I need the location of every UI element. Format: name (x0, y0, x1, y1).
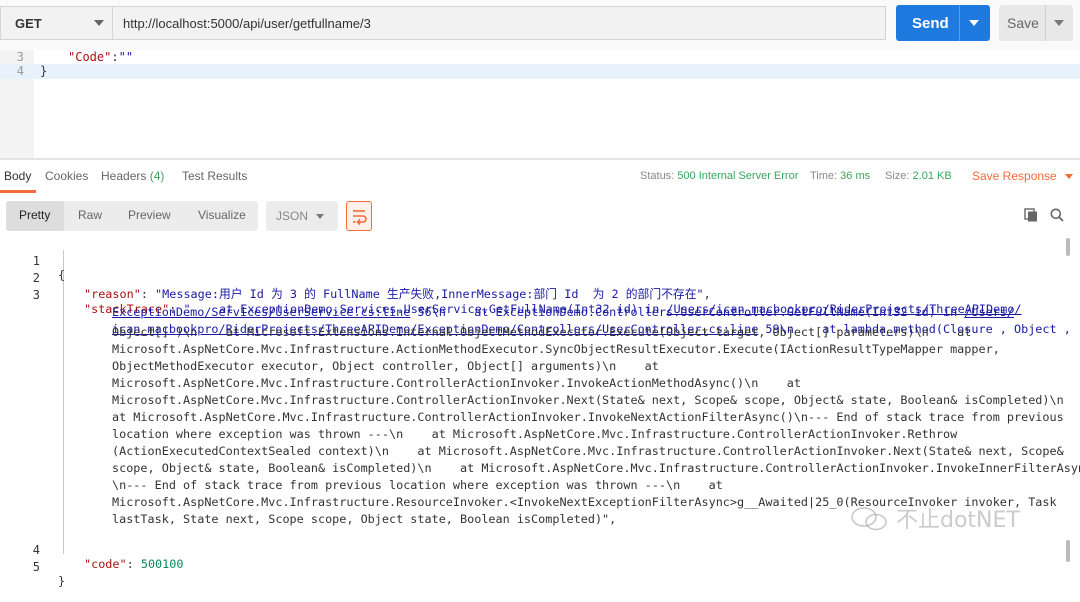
stack-line: location where exception was thrown ---\… (112, 427, 958, 441)
json-value: "" (118, 50, 134, 64)
save-button[interactable]: Save (999, 5, 1073, 41)
view-mode-group: Pretty Raw Preview Visualize (6, 201, 258, 231)
status-value: 500 Internal Server Error (677, 170, 799, 182)
format-label: JSON (276, 209, 309, 223)
line-number: 5 (32, 560, 40, 574)
json-key: "Code" (68, 50, 112, 64)
time-value: 36 ms (840, 170, 871, 182)
request-body-editor[interactable]: 3 "Code":"" 4 } (0, 50, 1080, 158)
time-meta: Time: 36 ms (810, 170, 870, 182)
tab-headers-label: Headers (101, 169, 147, 183)
response-tabs: Body Cookies Headers (4) Test Results St… (0, 160, 1080, 194)
active-tab-indicator (0, 190, 36, 193)
tab-headers[interactable]: Headers (4) (101, 169, 164, 183)
colon: : (111, 50, 119, 64)
view-preview[interactable]: Preview (128, 208, 171, 222)
stack-line: lastTask, State next, Scope scope, Objec… (112, 512, 617, 526)
editor-line-active: 4 } (0, 64, 1080, 79)
tab-cookies[interactable]: Cookies (45, 169, 88, 183)
method-select[interactable]: GET (0, 6, 112, 40)
wrap-lines-button[interactable] (346, 201, 372, 231)
stack-line: scope, Object& state, Boolean& isComplet… (112, 461, 1080, 475)
headers-count: (4) (149, 169, 165, 183)
divider (1045, 5, 1046, 41)
format-select[interactable]: JSON (266, 201, 338, 231)
watermark-text: 不止dotNET (896, 508, 1020, 533)
scrollbar-thumb-top[interactable] (1066, 238, 1070, 256)
divider (959, 5, 960, 41)
status-label: Status: (640, 170, 675, 182)
status-meta: Status: 500 Internal Server Error (640, 170, 798, 182)
copy-icon[interactable] (1024, 208, 1038, 222)
view-toolbar: Pretty Raw Preview Visualize JSON (0, 194, 1080, 236)
chevron-down-icon (1064, 174, 1073, 180)
method-label: GET (15, 16, 42, 31)
save-label: Save (1007, 15, 1039, 31)
view-pretty[interactable]: Pretty (19, 208, 50, 222)
size-label: Size: (885, 170, 910, 182)
tab-test-results[interactable]: Test Results (182, 169, 247, 183)
line-number: 4 (16, 64, 24, 78)
save-response-button[interactable]: Save Response (972, 169, 1073, 183)
closing-brace: } (40, 64, 48, 78)
stack-line: at Microsoft.AspNetCore.Mvc.Infrastructu… (112, 410, 1064, 424)
stack-line: \n--- End of stack trace from previous l… (112, 478, 723, 492)
chevron-down-icon (94, 20, 104, 26)
editor-line: 3 "Code":"" (0, 50, 1080, 65)
save-response-label: Save Response (972, 169, 1057, 183)
chevron-down-icon[interactable] (969, 20, 979, 26)
send-label: Send (912, 15, 949, 32)
time-label: Time: (810, 170, 838, 182)
size-value: 2.01 KB (912, 170, 952, 182)
stack-line: Microsoft.AspNetCore.Mvc.Infrastructure.… (112, 376, 801, 390)
chevron-down-icon[interactable] (1054, 20, 1064, 26)
stack-line: ObjectMethodExecutor executor, Object co… (112, 359, 659, 373)
line-number: 3 (16, 50, 24, 64)
chevron-down-icon (316, 214, 324, 219)
view-visualize[interactable]: Visualize (198, 208, 246, 222)
close-brace: } (58, 574, 66, 588)
stack-line: (ActionExecutedContextSealed context)\n … (112, 444, 1064, 458)
code-line: 5 } (0, 546, 1080, 602)
send-button[interactable]: Send (896, 5, 990, 41)
view-raw[interactable]: Raw (78, 208, 102, 222)
wechat-logo-icon (851, 507, 887, 531)
stack-line: Microsoft.AspNetCore.Mvc.Infrastructure.… (112, 342, 1000, 356)
url-input[interactable]: http://localhost:5000/api/user/getfullna… (112, 6, 886, 40)
stack-line: Object[] )\n at Microsoft.Extensions.Int… (112, 325, 972, 339)
wrap-lines-icon (353, 210, 367, 226)
stack-line: Microsoft.AspNetCore.Mvc.Infrastructure.… (112, 393, 1064, 407)
tab-body[interactable]: Body (4, 169, 31, 183)
search-icon[interactable] (1050, 208, 1064, 222)
scrollbar-thumb-bottom[interactable] (1066, 540, 1070, 562)
request-bar: GET http://localhost:5000/api/user/getfu… (0, 0, 1080, 50)
size-meta: Size: 2.01 KB (885, 170, 952, 182)
